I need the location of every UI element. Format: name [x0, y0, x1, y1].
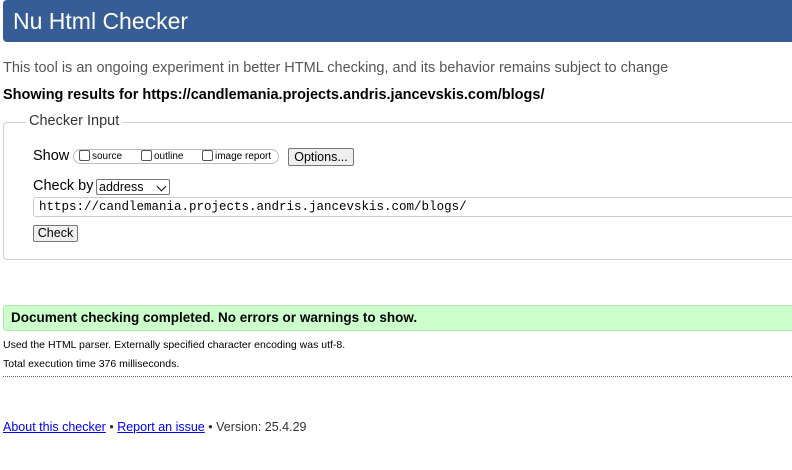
check-by-selected-value: address — [99, 180, 144, 194]
execution-time: Total execution time 376 milliseconds. — [3, 358, 180, 370]
image-report-label: image report — [215, 151, 272, 162]
source-label: source — [92, 151, 123, 162]
chevron-down-icon — [156, 181, 167, 192]
source-checkbox[interactable] — [79, 149, 90, 161]
footer-separator: • — [208, 420, 213, 434]
divider — [3, 376, 792, 377]
results-heading: Showing results for https://candlemania.… — [3, 87, 545, 103]
checker-input-legend: Checker Input — [26, 113, 123, 129]
about-checker-link[interactable]: About this checker — [3, 420, 106, 434]
show-source-option[interactable]: source — [79, 149, 123, 162]
show-label: Show — [33, 148, 70, 164]
intro-text: This tool is an ongoing experiment in be… — [3, 60, 669, 76]
footer-separator: • — [109, 420, 114, 434]
show-outline-option[interactable]: outline — [141, 149, 184, 162]
check-by-label: Check by — [33, 178, 94, 194]
options-button[interactable]: Options... — [288, 148, 354, 166]
url-input[interactable]: https://candlemania.projects.andris.janc… — [33, 197, 792, 217]
report-issue-link[interactable]: Report an issue — [117, 420, 205, 434]
version-text: Version: 25.4.29 — [216, 420, 307, 434]
success-message-box: Document checking completed. No errors o… — [3, 305, 792, 331]
show-image-report-option[interactable]: image report — [202, 149, 272, 162]
image-report-checkbox[interactable] — [202, 149, 213, 161]
show-options-group: source outline image report — [73, 149, 279, 164]
parser-info: Used the HTML parser. Externally specifi… — [3, 339, 346, 351]
page-title: Nu Html Checker — [13, 8, 189, 34]
success-message: Document checking completed. No errors o… — [11, 310, 418, 325]
check-by-select[interactable]: address — [96, 179, 170, 195]
page-header: Nu Html Checker — [3, 0, 792, 42]
outline-label: outline — [154, 151, 184, 162]
check-button[interactable]: Check — [33, 225, 78, 242]
footer: About this checker • Report an issue • V… — [3, 420, 306, 434]
outline-checkbox[interactable] — [141, 149, 152, 161]
